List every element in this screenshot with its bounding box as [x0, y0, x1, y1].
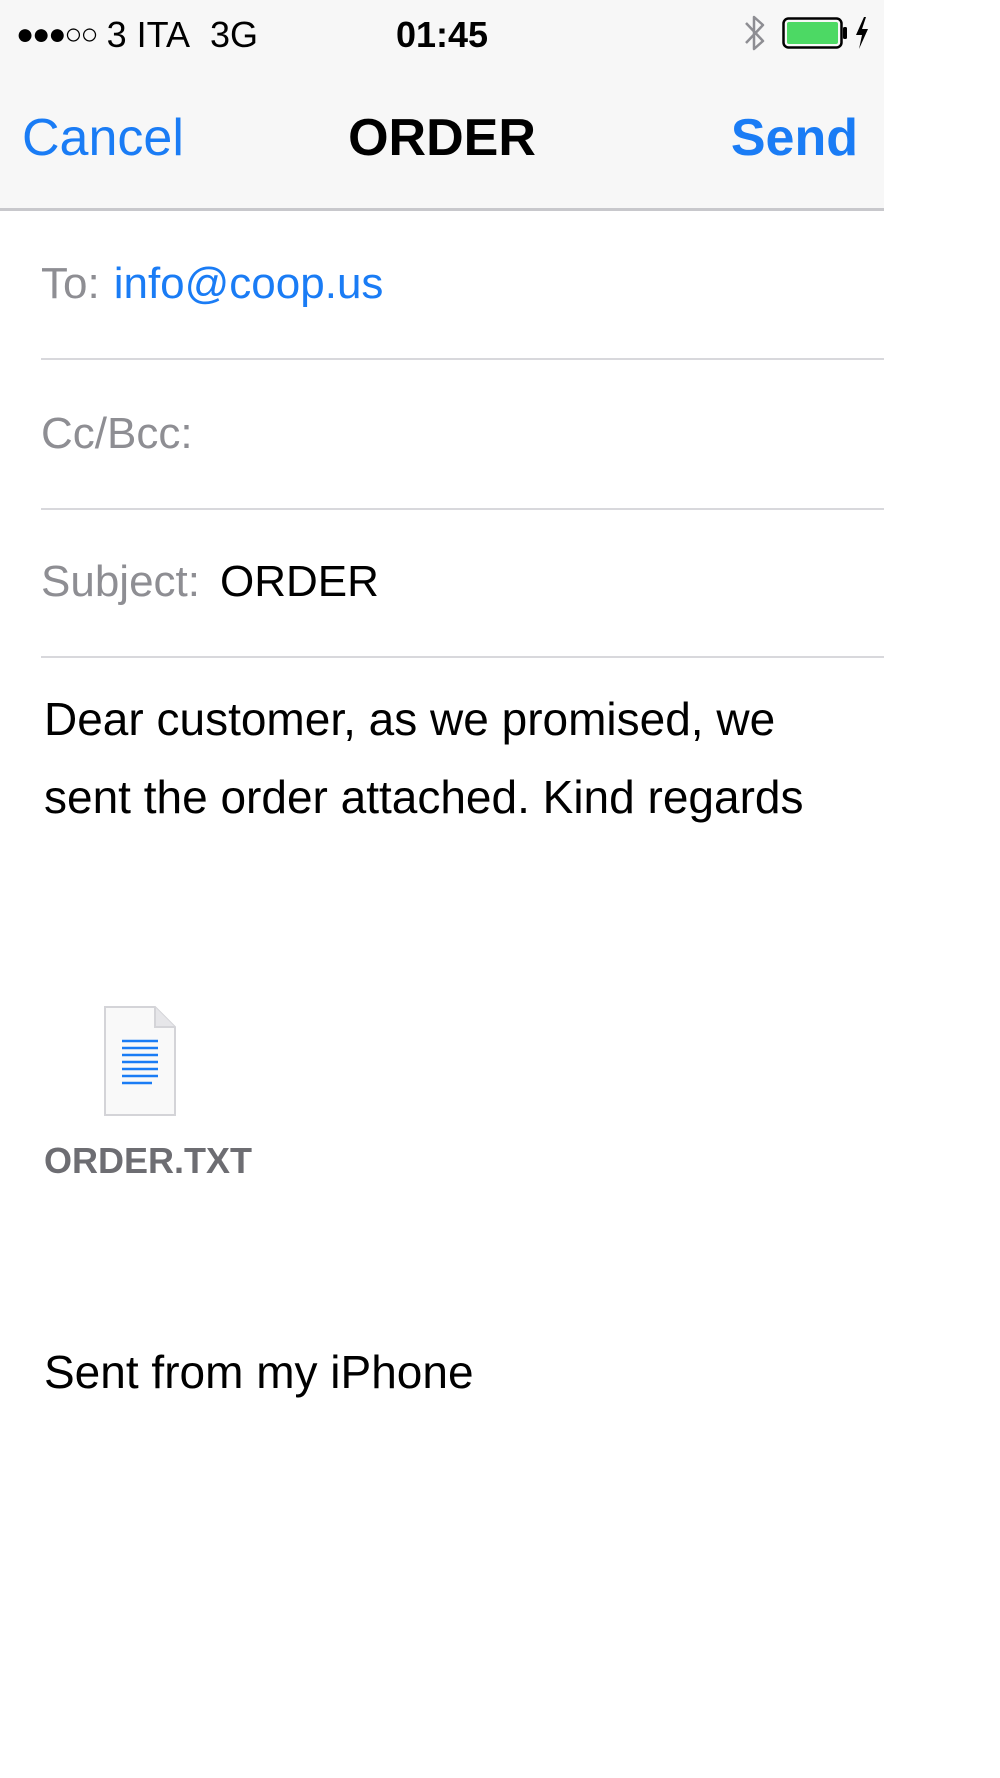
- charging-bolt-icon: [854, 16, 870, 55]
- send-button[interactable]: Send: [731, 108, 858, 168]
- subject-label: Subject:: [41, 557, 200, 606]
- cc-bcc-label: Cc/Bcc:: [41, 409, 193, 458]
- attachment[interactable]: ORDER.TXT: [44, 1005, 264, 1195]
- attachment-filename: ORDER.TXT: [44, 1140, 253, 1181]
- signature-text[interactable]: Sent from my iPhone: [44, 1345, 474, 1399]
- text-document-icon: [102, 1005, 178, 1124]
- message-body-line: Dear customer, as we promised, we: [44, 693, 776, 745]
- message-body[interactable]: Dear customer, as we promised, we sent t…: [44, 680, 864, 836]
- compose-nav-bar: Cancel ORDER Send: [0, 70, 884, 211]
- subject-value[interactable]: ORDER: [220, 557, 379, 607]
- to-recipient[interactable]: info@coop.us: [114, 259, 384, 309]
- status-right: [742, 12, 870, 58]
- bluetooth-icon: [742, 12, 768, 59]
- battery-icon: [782, 16, 848, 55]
- message-body-line: sent the order attached. Kind regards: [44, 771, 804, 823]
- mail-compose-screen: ●●●○○ 3 ITA 3G 01:45 Cancel ORDER Send T…: [0, 0, 1000, 1778]
- to-label: To:: [41, 259, 100, 308]
- status-bar: ●●●○○ 3 ITA 3G 01:45: [0, 0, 884, 70]
- compose-content: ●●●○○ 3 ITA 3G 01:45 Cancel ORDER Send T…: [0, 0, 884, 1778]
- cc-bcc-field[interactable]: Cc/Bcc:: [41, 360, 884, 510]
- cancel-button[interactable]: Cancel: [22, 108, 184, 168]
- subject-field[interactable]: Subject: ORDER: [41, 508, 884, 658]
- to-field[interactable]: To: info@coop.us: [41, 210, 884, 360]
